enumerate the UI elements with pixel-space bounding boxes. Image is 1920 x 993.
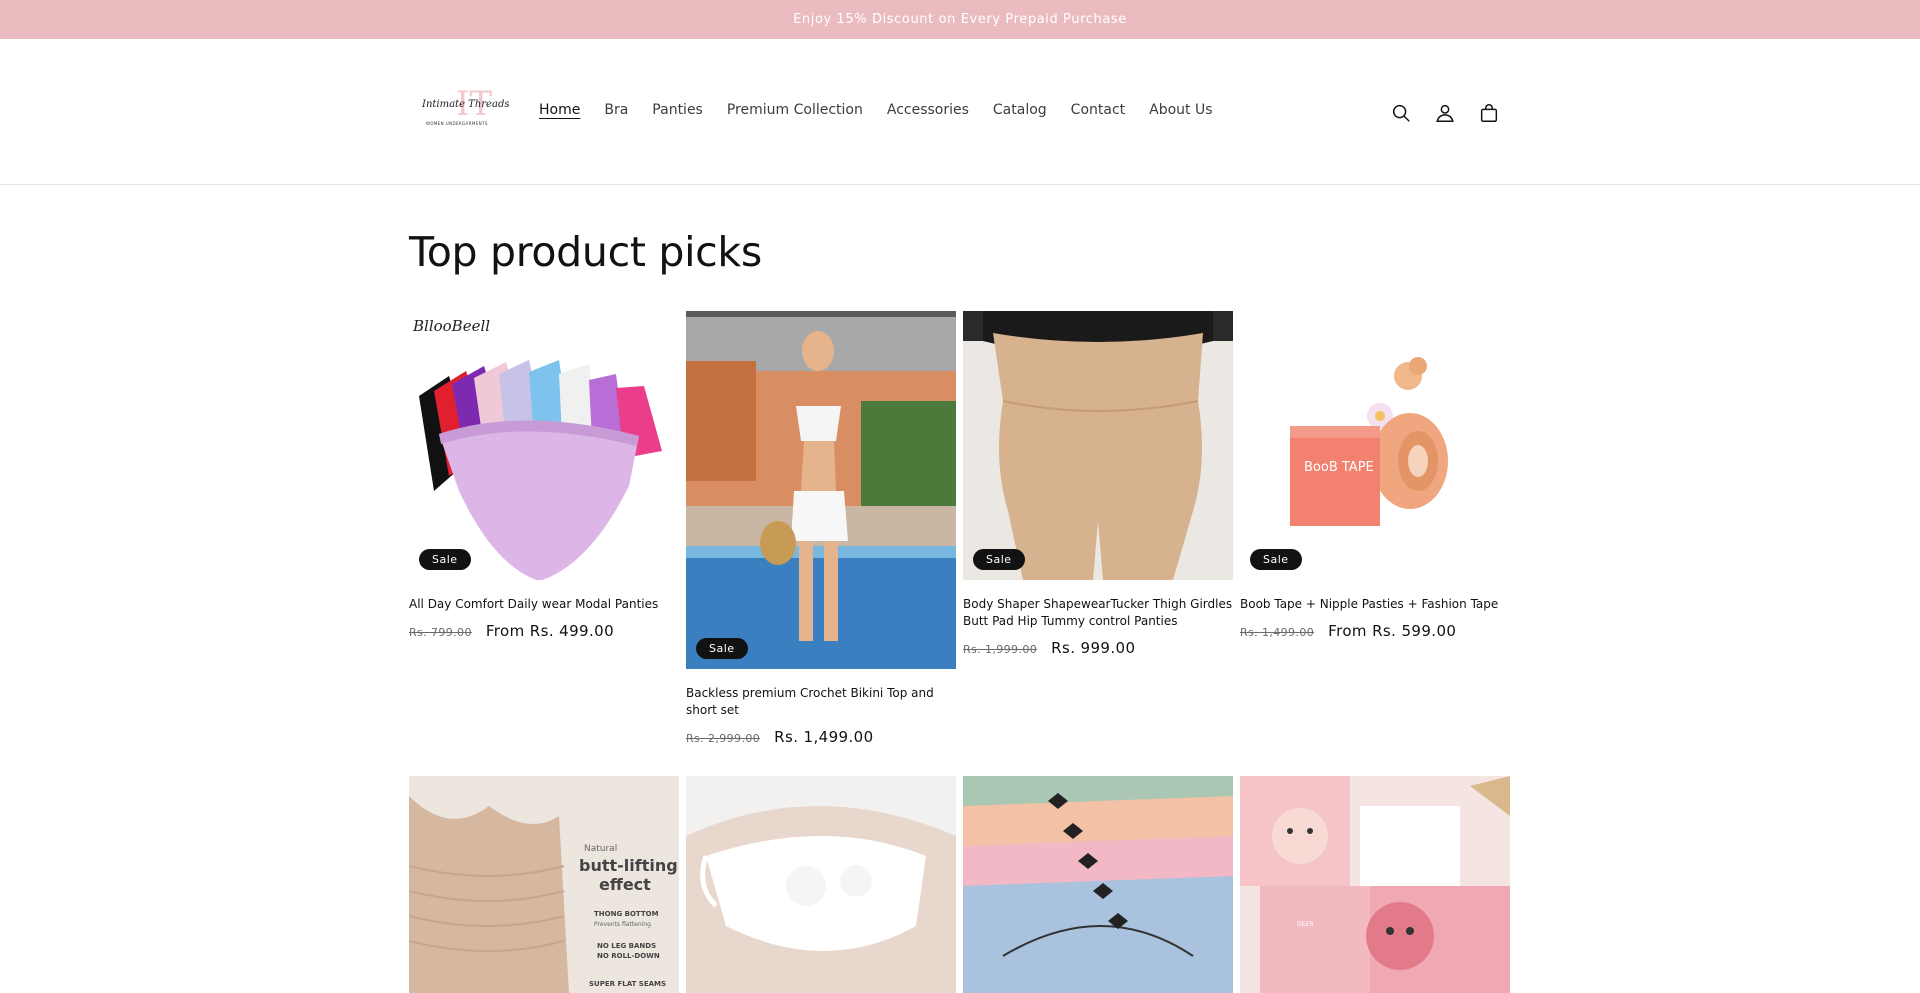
image-caption-no-leg-bands: NO LEG BANDS: [597, 942, 656, 950]
sale-badge: Sale: [1250, 549, 1302, 570]
logo-script-text: Intimate Threads: [422, 99, 510, 110]
product-image[interactable]: DEER: [1240, 776, 1510, 993]
product-image[interactable]: BooB TAPE Sale: [1240, 311, 1510, 580]
image-caption-butt-lifting: butt-lifting: [579, 856, 678, 875]
header-icons: [1388, 100, 1502, 126]
logo-tagline: WOMEN UNDERGARMENTS: [426, 121, 488, 126]
boob-tape-label: BooB TAPE: [1304, 460, 1374, 475]
image-caption-natural: Natural: [584, 844, 617, 854]
product-title[interactable]: Body Shaper ShapewearTucker Thigh Girdle…: [963, 596, 1233, 630]
site-header: IT Intimate Threads WOMEN UNDERGARMENTS …: [0, 39, 1920, 185]
account-icon[interactable]: [1432, 100, 1458, 126]
sale-badge: Sale: [973, 549, 1025, 570]
product-card[interactable]: Natural butt-lifting effect THONG BOTTOM…: [409, 776, 679, 993]
regular-price: Rs. 799.00: [409, 626, 472, 639]
sale-price: Rs. 999.00: [1051, 639, 1136, 657]
nav-link-catalog[interactable]: Catalog: [981, 102, 1059, 118]
product-image[interactable]: BllooBeell Sale: [409, 311, 679, 580]
nav-link-panties[interactable]: Panties: [640, 102, 715, 118]
product-image[interactable]: Sale: [963, 311, 1233, 580]
nav-link-home[interactable]: Home: [539, 102, 592, 118]
image-caption-prevents: Prevents flattening: [594, 921, 651, 928]
product-price: Rs. 799.00 From Rs. 499.00: [409, 622, 679, 640]
regular-price: Rs. 1,499.00: [1240, 626, 1315, 639]
announcement-bar: Enjoy 15% Discount on Every Prepaid Purc…: [0, 0, 1920, 39]
image-caption-deer: DEER: [1297, 921, 1313, 928]
announcement-text: Enjoy 15% Discount on Every Prepaid Purc…: [793, 12, 1127, 27]
cart-icon[interactable]: [1476, 100, 1502, 126]
section-title: Top product picks: [409, 228, 762, 276]
product-title[interactable]: All Day Comfort Daily wear Modal Panties: [409, 596, 679, 613]
product-card[interactable]: Sale Backless premium Crochet Bikini Top…: [686, 311, 956, 746]
product-title[interactable]: Backless premium Crochet Bikini Top and …: [686, 685, 956, 719]
image-caption-thong: THONG BOTTOM: [594, 910, 659, 918]
brand-logo[interactable]: IT Intimate Threads WOMEN UNDERGARMENTS: [418, 87, 509, 135]
product-card[interactable]: Sale Body Shaper ShapewearTucker Thigh G…: [963, 311, 1233, 657]
product-image[interactable]: [686, 776, 956, 993]
main-nav: Home Bra Panties Premium Collection Acce…: [539, 102, 1225, 118]
product-card[interactable]: DEER: [1240, 776, 1510, 993]
sale-price: Rs. 1,499.00: [774, 728, 874, 746]
regular-price: Rs. 1,999.00: [963, 643, 1038, 656]
nav-link-about-us[interactable]: About Us: [1137, 102, 1224, 118]
product-title[interactable]: Boob Tape + Nipple Pasties + Fashion Tap…: [1240, 596, 1510, 613]
sale-price: From Rs. 499.00: [485, 622, 615, 640]
product-image[interactable]: Natural butt-lifting effect THONG BOTTOM…: [409, 776, 679, 993]
sale-price: From Rs. 599.00: [1328, 622, 1457, 640]
image-brand-text: BllooBeell: [412, 317, 490, 335]
nav-link-contact[interactable]: Contact: [1059, 102, 1137, 118]
product-price: Rs. 1,999.00 Rs. 999.00: [963, 639, 1233, 657]
product-image[interactable]: [963, 776, 1233, 993]
sale-badge: Sale: [696, 638, 748, 659]
product-card[interactable]: BllooBeell Sale All Day Comfort Daily we…: [409, 311, 679, 640]
regular-price: Rs. 2,999.00: [686, 732, 761, 745]
search-icon[interactable]: [1388, 100, 1414, 126]
product-image[interactable]: Sale: [686, 311, 956, 669]
nav-link-bra[interactable]: Bra: [592, 102, 640, 118]
product-card[interactable]: [686, 776, 956, 993]
nav-link-accessories[interactable]: Accessories: [875, 102, 981, 118]
nav-link-premium-collection[interactable]: Premium Collection: [715, 102, 875, 118]
image-caption-effect: effect: [599, 875, 651, 894]
sale-badge: Sale: [419, 549, 471, 570]
product-price: Rs. 1,499.00 From Rs. 599.00: [1240, 622, 1510, 640]
image-caption-no-roll-down: NO ROLL-DOWN: [597, 952, 660, 960]
product-card[interactable]: [963, 776, 1233, 993]
image-caption-flat-seams: SUPER FLAT SEAMS: [589, 980, 666, 988]
product-price: Rs. 2,999.00 Rs. 1,499.00: [686, 728, 956, 746]
product-card[interactable]: BooB TAPE Sale Boob Tape + Nipple Pastie…: [1240, 311, 1510, 640]
